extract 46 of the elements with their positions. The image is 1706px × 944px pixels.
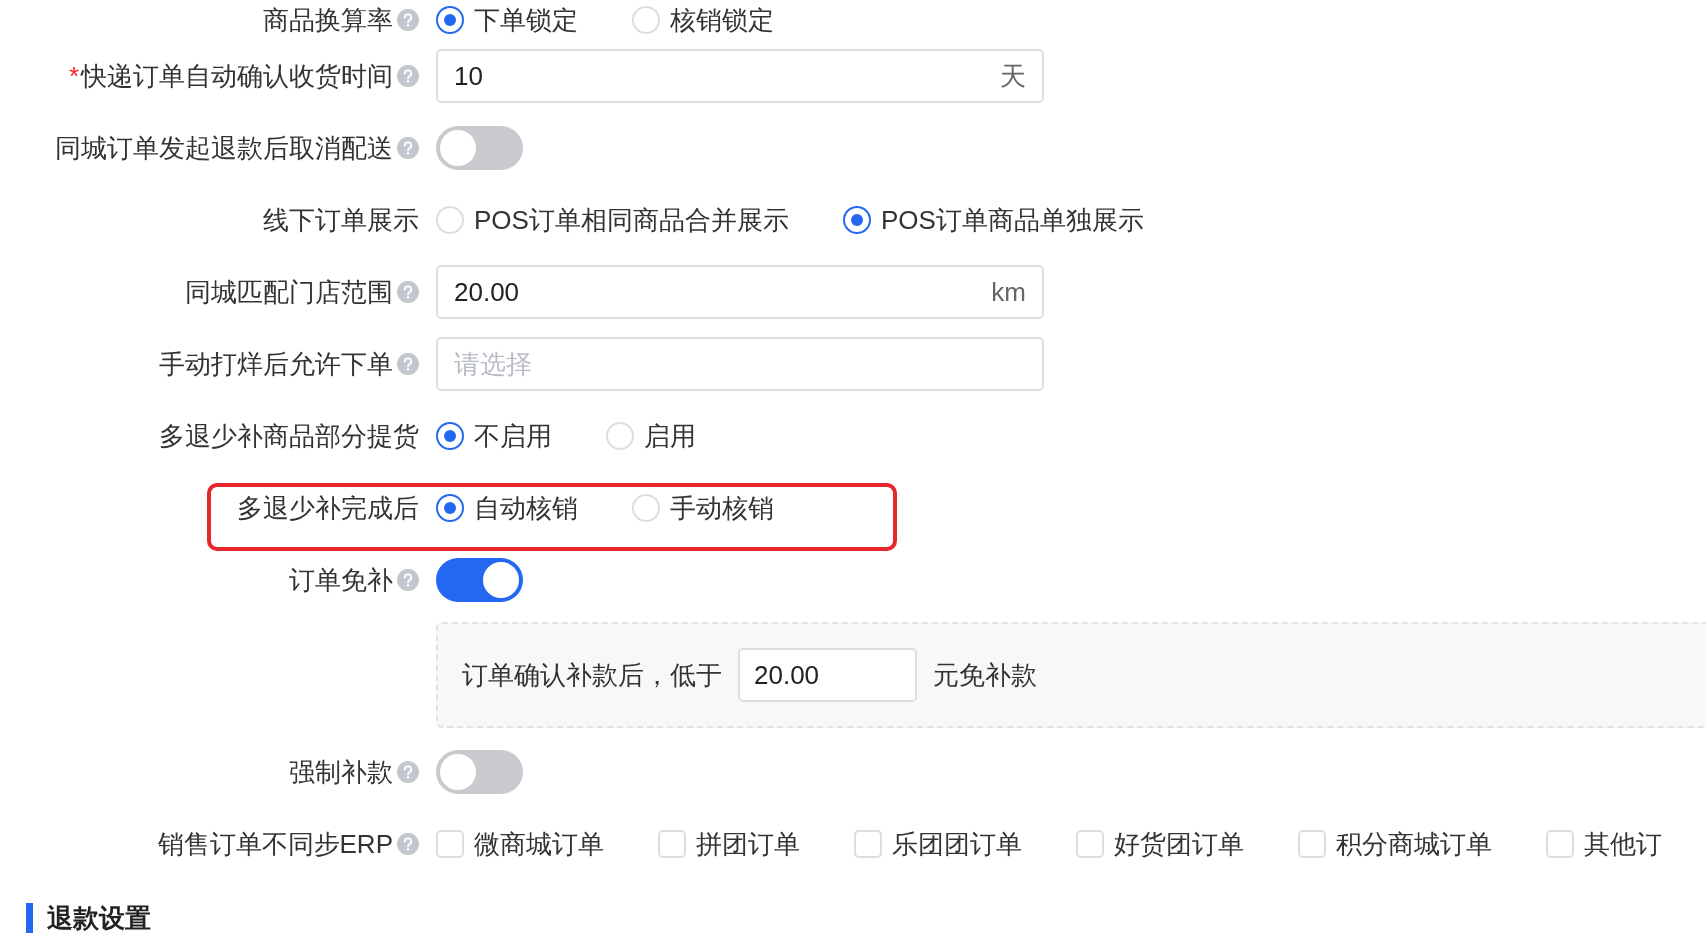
radio-option[interactable]: 不启用 [436,418,552,454]
detail-text: 订单确认补款后，低于 [462,658,722,692]
checkbox-option[interactable]: 其他订 [1546,826,1662,862]
checkbox-option[interactable]: 拼团订单 [658,826,800,862]
field-label: 商品换算率 [263,3,393,37]
input-field[interactable]: 10 天 [436,49,1044,103]
field-label: 同城订单发起退款后取消配送 [55,131,393,165]
radio-option[interactable]: 核销锁定 [632,2,774,38]
checkbox[interactable] [436,830,464,858]
radio-button[interactable] [436,6,464,34]
required-mark: * [68,60,79,92]
radio-option[interactable]: 自动核销 [436,490,578,526]
radio-option[interactable]: POS订单商品单独展示 [842,202,1144,238]
field-label: 手动打烊后允许下单 [159,347,393,381]
section-title: 退款设置 [47,901,151,935]
radio-button[interactable] [436,494,464,522]
field-label: 快递订单自动确认收货时间 [81,59,393,93]
field-label: 销售订单不同步ERP [157,827,393,861]
checkbox[interactable] [1546,830,1574,858]
toggle-switch[interactable] [436,558,523,602]
checkbox[interactable] [1298,830,1326,858]
radio-option[interactable]: 手动核销 [632,490,774,526]
radio-option[interactable]: 启用 [606,418,696,454]
radio-option[interactable]: 下单锁定 [436,2,578,38]
input-field[interactable]: 20.00 km [436,265,1044,319]
checkbox[interactable] [1076,830,1104,858]
field-label: 线下订单展示 [263,203,419,237]
checkbox[interactable] [854,830,882,858]
field-label: 同城匹配门店范围 [185,275,393,309]
amount-field[interactable]: 20.00 [738,648,917,702]
checkbox-option[interactable]: 好货团订单 [1076,826,1244,862]
checkbox-option[interactable]: 乐团团订单 [854,826,1022,862]
checkbox[interactable] [658,830,686,858]
radio-button[interactable] [842,206,871,234]
toggle-switch[interactable] [436,126,523,170]
section-marker [26,903,33,933]
checkbox-option[interactable]: 微商城订单 [436,826,604,862]
field-label: 强制补款 [289,755,393,789]
radio-button[interactable] [436,422,464,450]
field-label: 多退少补完成后 [237,491,419,525]
field-label: 订单免补 [289,563,393,597]
checkbox-option[interactable]: 积分商城订单 [1298,826,1492,862]
detail-text: 元免补款 [933,658,1037,692]
field-label: 多退少补商品部分提货 [159,419,419,453]
radio-option[interactable]: POS订单相同商品合并展示 [436,202,789,238]
toggle-switch[interactable] [436,750,523,794]
